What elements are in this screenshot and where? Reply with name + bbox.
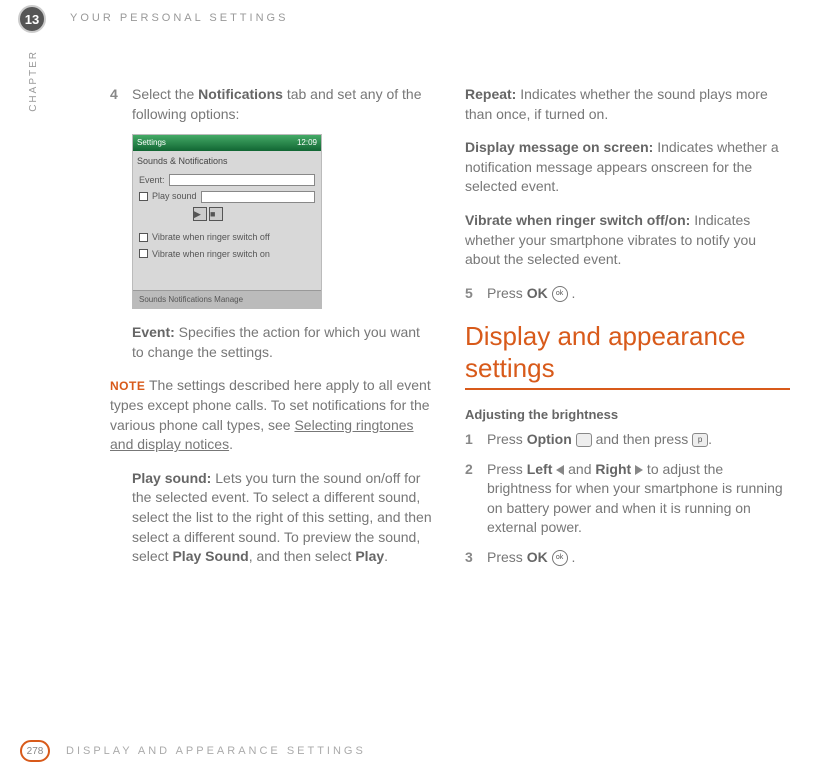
bold-text: Right: [595, 461, 631, 477]
screenshot-vib-off-row: Vibrate when ringer switch off: [133, 229, 321, 246]
text: Press: [487, 285, 527, 301]
sound-dropdown: [201, 191, 315, 203]
bold-text: Play: [355, 548, 384, 564]
step-body: Press OK ok .: [487, 284, 790, 304]
left-column: 4 Select the Notifications tab and set a…: [110, 85, 435, 581]
text: .: [708, 431, 712, 447]
step-number: 3: [465, 548, 487, 568]
content-area: 4 Select the Notifications tab and set a…: [110, 85, 790, 581]
step-body: Select the Notifications tab and set any…: [132, 85, 435, 124]
bold-text: Repeat:: [465, 86, 516, 102]
step-number: 2: [465, 460, 487, 538]
bold-text: Vibrate when ringer switch off/on:: [465, 212, 690, 228]
chapter-label: CHAPTER: [28, 50, 39, 112]
screenshot-title: Settings: [137, 137, 166, 149]
brightness-step-2: 2 Press Left and Right to adjust the bri…: [465, 460, 790, 538]
step-number: 5: [465, 284, 487, 304]
bold-text: Play sound:: [132, 470, 211, 486]
section-rule: [465, 388, 790, 390]
event-label: Event:: [139, 174, 165, 187]
screenshot-event-row: Event:: [133, 172, 321, 189]
screenshot-titlebar: Settings 12:09: [133, 135, 321, 151]
step-body: Press OK ok .: [487, 548, 790, 568]
bold-text: OK: [527, 549, 548, 565]
text: .: [384, 548, 388, 564]
text: Press: [487, 549, 527, 565]
bold-text: Event:: [132, 324, 175, 340]
settings-screenshot: Settings 12:09 Sounds & Notifications Ev…: [132, 134, 322, 309]
ok-icon: ok: [552, 286, 568, 302]
bold-text: OK: [527, 285, 548, 301]
screenshot-tabs: Sounds Notifications Manage: [133, 290, 321, 308]
header-title: YOUR PERSONAL SETTINGS: [70, 12, 288, 24]
event-dropdown: [169, 174, 315, 186]
ok-icon: ok: [552, 550, 568, 566]
screenshot-vib-on-row: Vibrate when ringer switch on: [133, 246, 321, 263]
text: Press: [487, 431, 527, 447]
footer-title: DISPLAY AND APPEARANCE SETTINGS: [66, 745, 366, 757]
play-icon: ▶: [193, 207, 207, 221]
event-definition: Event: Specifies the action for which yo…: [132, 323, 435, 362]
bold-text: Left: [527, 461, 553, 477]
screenshot-subtitle: Sounds & Notifications: [133, 151, 321, 172]
brightness-step-1: 1 Press Option and then press p.: [465, 430, 790, 450]
option-key-icon: [576, 433, 592, 447]
text: and: [564, 461, 595, 477]
text: .: [229, 436, 233, 452]
play-sound-definition: Play sound: Lets you turn the sound on/o…: [132, 469, 435, 567]
vib-on-label: Vibrate when ringer switch on: [152, 248, 270, 261]
bold-text: Option: [527, 431, 572, 447]
screenshot-play-buttons: ▶ ■: [133, 207, 321, 221]
text: .: [568, 549, 576, 565]
screenshot-play-row: Play sound: [133, 188, 321, 205]
page-number: 278: [20, 740, 50, 762]
step-number: 1: [465, 430, 487, 450]
step-body: Press Left and Right to adjust the brigh…: [487, 460, 790, 538]
bold-text: Display message on screen:: [465, 139, 653, 155]
vibrate-definition: Vibrate when ringer switch off/on: Indic…: [465, 211, 790, 270]
note-label: NOTE: [110, 379, 145, 393]
section-title: Display and appearance settings: [465, 321, 790, 383]
display-message-definition: Display message on screen: Indicates whe…: [465, 138, 790, 197]
stop-icon: ■: [209, 207, 223, 221]
text: Press: [487, 461, 527, 477]
brightness-key-icon: p: [692, 433, 708, 447]
text: and then press: [592, 431, 692, 447]
checkbox-icon: [139, 233, 148, 242]
screenshot-clock: 12:09: [297, 137, 317, 149]
repeat-definition: Repeat: Indicates whether the sound play…: [465, 85, 790, 124]
brightness-step-3: 3 Press OK ok .: [465, 548, 790, 568]
step-number: 4: [110, 85, 132, 124]
text: .: [568, 285, 576, 301]
bold-text: Notifications: [198, 86, 283, 102]
text: , and then select: [249, 548, 356, 564]
vib-off-label: Vibrate when ringer switch off: [152, 231, 270, 244]
right-column: Repeat: Indicates whether the sound play…: [465, 85, 790, 581]
bold-text: Play Sound: [172, 548, 248, 564]
chapter-number-badge: 13: [18, 5, 46, 33]
right-arrow-icon: [635, 465, 643, 475]
step-5: 5 Press OK ok .: [465, 284, 790, 304]
step-4: 4 Select the Notifications tab and set a…: [110, 85, 435, 124]
step-body: Press Option and then press p.: [487, 430, 790, 450]
text: Select the: [132, 86, 198, 102]
checkbox-icon: [139, 192, 148, 201]
play-label: Play sound: [152, 190, 197, 203]
footer: 278 DISPLAY AND APPEARANCE SETTINGS: [20, 740, 366, 762]
subheading: Adjusting the brightness: [465, 406, 790, 424]
text: Specifies the action for which you want …: [132, 324, 420, 360]
note-block: NOTE The settings described here apply t…: [110, 376, 435, 454]
checkbox-icon: [139, 249, 148, 258]
